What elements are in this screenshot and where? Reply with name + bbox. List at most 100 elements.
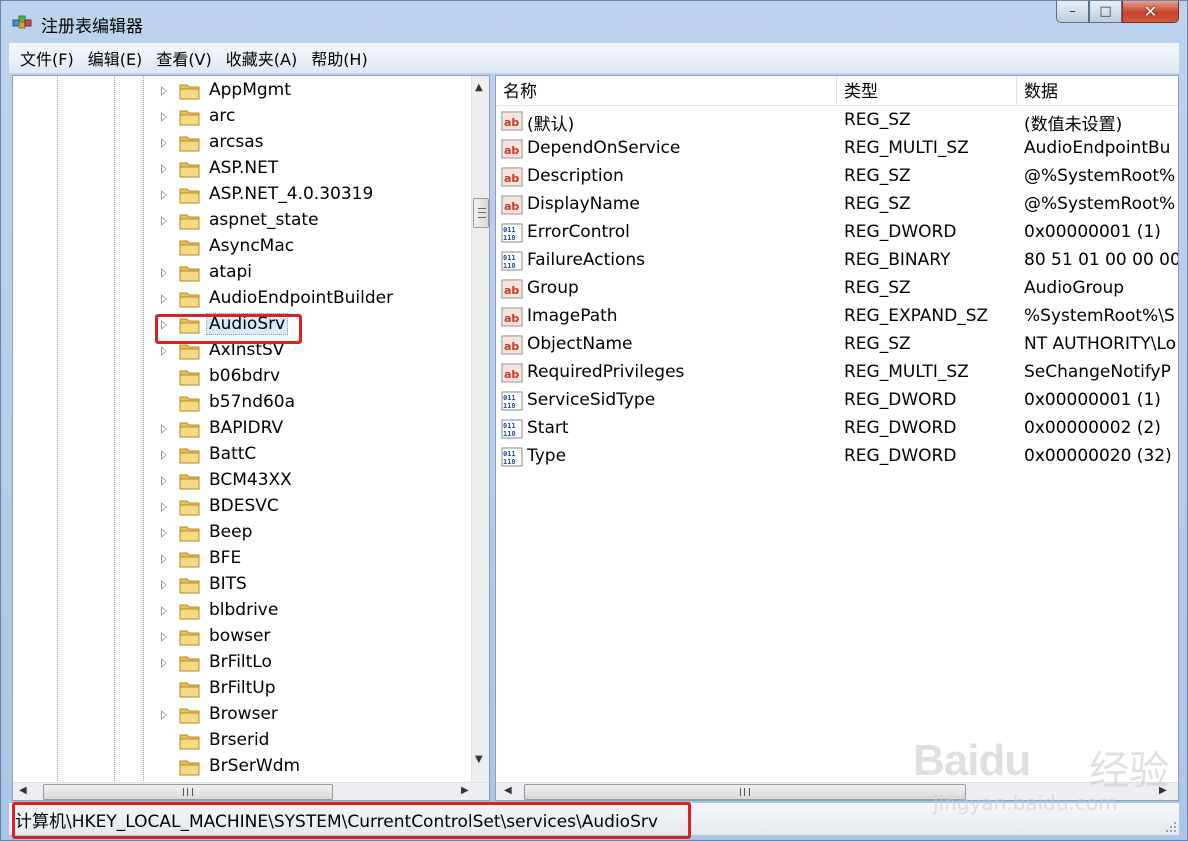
menu-help[interactable]: 帮助(H) bbox=[304, 46, 375, 70]
tree-item[interactable]: AudioEndpointBuilder bbox=[13, 286, 463, 312]
expand-arrow-icon[interactable] bbox=[161, 268, 167, 278]
tree-item[interactable]: Browser bbox=[13, 702, 463, 728]
table-row[interactable]: ab DependOnService REG_MULTI_SZ AudioEndpoi… bbox=[496, 136, 1178, 164]
tree-item[interactable]: BCM43XX bbox=[13, 468, 463, 494]
value-data: 0x00000001 (1) bbox=[1024, 222, 1161, 242]
title-bar[interactable]: 注册表编辑器 – □ ✕ bbox=[1, 1, 1187, 43]
expand-arrow-icon[interactable] bbox=[161, 502, 167, 512]
tree-item[interactable]: arcsas bbox=[13, 130, 463, 156]
value-data: @%SystemRoot% bbox=[1024, 194, 1176, 214]
string-value-icon: ab bbox=[501, 335, 523, 355]
menu-edit[interactable]: 编辑(E) bbox=[81, 46, 150, 70]
scroll-down-icon[interactable]: ▼ bbox=[475, 754, 483, 765]
tree-item-label: ASP.NET bbox=[209, 158, 279, 178]
value-data: NT AUTHORITY\Lo bbox=[1024, 334, 1177, 354]
tree-item[interactable]: BrFiltLo bbox=[13, 650, 463, 676]
tree-item[interactable]: bowser bbox=[13, 624, 463, 650]
menu-file[interactable]: 文件(F) bbox=[13, 46, 81, 70]
tree-item-label: atapi bbox=[209, 262, 253, 282]
table-row[interactable]: ab ObjectName REG_SZ NT AUTHORITY\Lo bbox=[496, 332, 1178, 360]
key-tree-pane[interactable]: AppMgmt arc arcsas ASP.NET ASP.NET_4.0.30319… bbox=[12, 75, 490, 801]
scroll-left-icon[interactable]: ◀ bbox=[504, 785, 512, 796]
menu-view[interactable]: 查看(V) bbox=[149, 46, 218, 70]
scroll-thumb[interactable] bbox=[473, 198, 489, 228]
tree-item[interactable]: b57nd60a bbox=[13, 390, 463, 416]
tree-item[interactable]: BFE bbox=[13, 546, 463, 572]
expand-arrow-icon[interactable] bbox=[161, 112, 167, 122]
expand-arrow-icon[interactable] bbox=[161, 346, 167, 356]
expand-arrow-icon[interactable] bbox=[161, 164, 167, 174]
expand-arrow-icon[interactable] bbox=[161, 528, 167, 538]
expand-arrow-icon[interactable] bbox=[161, 424, 167, 434]
expand-arrow-icon[interactable] bbox=[161, 554, 167, 564]
expand-arrow-icon[interactable] bbox=[161, 580, 167, 590]
tree-item[interactable]: ASP.NET_4.0.30319 bbox=[13, 182, 463, 208]
column-header-data[interactable]: 数据 bbox=[1017, 76, 1178, 106]
table-row[interactable]: 011 110 ServiceSidType REG_DWORD 0x00000001 … bbox=[496, 388, 1178, 416]
expand-arrow-icon[interactable] bbox=[161, 450, 167, 460]
table-row[interactable]: 011 110 Start REG_DWORD 0x00000002 (2) bbox=[496, 416, 1178, 444]
table-row[interactable]: 011 110 FailureActions REG_BINARY 80 51 01 0… bbox=[496, 248, 1178, 276]
scroll-up-icon[interactable]: ▲ bbox=[475, 82, 483, 93]
column-header-name[interactable]: 名称 bbox=[496, 76, 837, 106]
menu-favorites[interactable]: 收藏夹(A) bbox=[219, 46, 304, 70]
expand-arrow-icon[interactable] bbox=[161, 294, 167, 304]
tree-item[interactable]: b06bdrv bbox=[13, 364, 463, 390]
tree-item[interactable]: atapi bbox=[13, 260, 463, 286]
resize-grip-icon[interactable] bbox=[1165, 821, 1177, 833]
table-row[interactable]: ab ImagePath REG_EXPAND_SZ %SystemRoot%\S bbox=[496, 304, 1178, 332]
expand-arrow-icon[interactable] bbox=[161, 710, 167, 720]
svg-text:ab: ab bbox=[504, 284, 519, 297]
value-type: REG_MULTI_SZ bbox=[844, 362, 969, 382]
svg-text:ab: ab bbox=[504, 172, 519, 185]
scroll-thumb[interactable] bbox=[524, 784, 966, 800]
tree-item[interactable]: AppMgmt bbox=[13, 78, 463, 104]
minimize-button[interactable]: – bbox=[1056, 1, 1089, 23]
expand-arrow-icon[interactable] bbox=[161, 632, 167, 642]
tree-vertical-scrollbar[interactable]: ▲ ▼ bbox=[471, 76, 489, 784]
expand-arrow-icon[interactable] bbox=[161, 606, 167, 616]
expand-arrow-icon[interactable] bbox=[161, 190, 167, 200]
value-name: DisplayName bbox=[527, 194, 640, 214]
folder-icon bbox=[179, 292, 200, 308]
tree-item[interactable]: Brserid bbox=[13, 728, 463, 754]
value-type: REG_SZ bbox=[844, 166, 911, 186]
tree-item[interactable]: blbdrive bbox=[13, 598, 463, 624]
expand-arrow-icon[interactable] bbox=[161, 138, 167, 148]
tree-item[interactable]: aspnet_state bbox=[13, 208, 463, 234]
maximize-button[interactable]: □ bbox=[1089, 1, 1122, 23]
tree-item[interactable]: Beep bbox=[13, 520, 463, 546]
table-row[interactable]: ab DisplayName REG_SZ @%SystemRoot% bbox=[496, 192, 1178, 220]
tree-item[interactable]: ASP.NET bbox=[13, 156, 463, 182]
table-row[interactable]: ab Description REG_SZ @%SystemRoot% bbox=[496, 164, 1178, 192]
scroll-left-icon[interactable]: ◀ bbox=[19, 785, 27, 796]
expand-arrow-icon[interactable] bbox=[161, 86, 167, 96]
expand-arrow-icon[interactable] bbox=[161, 476, 167, 486]
tree-item[interactable]: BDESVC bbox=[13, 494, 463, 520]
window-controls: – □ ✕ bbox=[1056, 1, 1179, 23]
tree-item[interactable]: BITS bbox=[13, 572, 463, 598]
string-value-icon: ab bbox=[501, 139, 523, 159]
expand-arrow-icon[interactable] bbox=[161, 216, 167, 226]
column-header-type[interactable]: 类型 bbox=[837, 76, 1017, 106]
scroll-right-icon[interactable]: ▶ bbox=[461, 785, 469, 796]
tree-item[interactable]: AsyncMac bbox=[13, 234, 463, 260]
table-row[interactable]: ab (默认) REG_SZ (数值未设置) bbox=[496, 108, 1178, 136]
tree-horizontal-scrollbar[interactable]: ◀ ▶ bbox=[13, 782, 489, 800]
tree-item[interactable]: BrFiltUp bbox=[13, 676, 463, 702]
table-row[interactable]: ab Group REG_SZ AudioGroup bbox=[496, 276, 1178, 304]
tree-item[interactable]: BattC bbox=[13, 442, 463, 468]
tree-item[interactable]: BrSerWdm bbox=[13, 754, 463, 780]
tree-item[interactable]: arc bbox=[13, 104, 463, 130]
expand-arrow-icon[interactable] bbox=[161, 658, 167, 668]
table-row[interactable]: ab RequiredPrivileges REG_MULTI_SZ SeChange… bbox=[496, 360, 1178, 388]
grip-icon bbox=[740, 788, 750, 796]
values-list-pane[interactable]: 名称 类型 数据 ab (默认) REG_SZ (数值未设置) ab DependOnSe… bbox=[495, 75, 1179, 801]
table-row[interactable]: 011 110 ErrorControl REG_DWORD 0x00000001 (1… bbox=[496, 220, 1178, 248]
table-row[interactable]: 011 110 Type REG_DWORD 0x00000020 (32) bbox=[496, 444, 1178, 472]
tree-item-label: bowser bbox=[209, 626, 271, 646]
tree-item[interactable]: BAPIDRV bbox=[13, 416, 463, 442]
value-type: REG_SZ bbox=[844, 334, 911, 354]
scroll-thumb[interactable] bbox=[43, 784, 333, 800]
close-button[interactable]: ✕ bbox=[1122, 1, 1179, 23]
